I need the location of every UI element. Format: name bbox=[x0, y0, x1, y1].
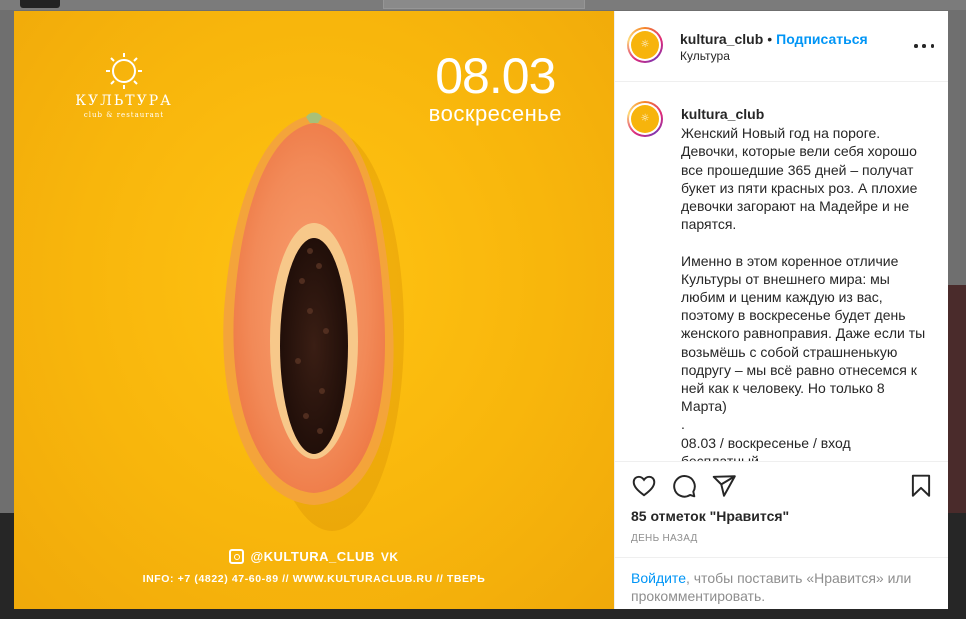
share-icon[interactable] bbox=[711, 473, 737, 499]
location-link[interactable]: Культура bbox=[680, 49, 730, 63]
header-username[interactable]: kultura_club bbox=[680, 31, 763, 47]
post-time[interactable]: ДЕНЬ НАЗАД bbox=[631, 533, 698, 544]
background-search bbox=[383, 0, 585, 9]
image-footer: @KULTURA_CLUB VK INFO: +7 (4822) 47-60-8… bbox=[14, 549, 614, 585]
follow-button[interactable]: Подписаться bbox=[776, 31, 868, 47]
comment-icon[interactable] bbox=[671, 473, 697, 499]
separator-dot: • bbox=[767, 31, 773, 47]
caption-username[interactable]: kultura_club bbox=[681, 105, 931, 123]
caption-avatar[interactable]: ☼ bbox=[627, 101, 663, 137]
likes-count[interactable]: 85 отметок "Нравится" bbox=[631, 508, 789, 524]
action-bar: 85 отметок "Нравится" ДЕНЬ НАЗАД Войдите… bbox=[615, 461, 948, 609]
background-logo bbox=[20, 0, 60, 8]
post-sidebar: ☼ kultura_club • Подписаться Культура ☼ … bbox=[614, 11, 948, 609]
instagram-handle: @KULTURA_CLUB bbox=[250, 549, 375, 564]
post-image[interactable]: КУЛЬТУРА club & restaurant 08.03 воскрес… bbox=[14, 11, 614, 609]
post-header: ☼ kultura_club • Подписаться Культура bbox=[615, 11, 948, 82]
event-date: 08.03 bbox=[435, 48, 556, 104]
header-row: kultura_club • Подписаться bbox=[680, 31, 868, 47]
caption-text: Женский Новый год на пороге. Девочки, ко… bbox=[681, 125, 926, 461]
social-handles: @KULTURA_CLUB VK bbox=[14, 549, 614, 564]
contact-info: INFO: +7 (4822) 47-60-89 // WWW.KULTURAC… bbox=[142, 573, 486, 585]
brand-name: КУЛЬТУРА bbox=[75, 93, 173, 109]
brand-logo: КУЛЬТУРА club & restaurant bbox=[54, 51, 194, 119]
vk-icon: VK bbox=[380, 549, 399, 564]
background-thumbnail bbox=[948, 285, 966, 515]
event-date-block: 08.03 воскресенье bbox=[429, 49, 562, 125]
login-prompt-area: Войдите, чтобы поставить «Нравится» или … bbox=[615, 557, 948, 610]
login-link[interactable]: Войдите bbox=[631, 570, 686, 586]
background-topbar bbox=[0, 0, 966, 10]
more-icon[interactable] bbox=[914, 39, 934, 53]
caption: kultura_club Женский Новый год на пороге.… bbox=[681, 105, 931, 461]
brand-subtitle: club & restaurant bbox=[83, 111, 165, 119]
login-prompt: Войдите, чтобы поставить «Нравится» или … bbox=[631, 569, 931, 605]
papaya-seeds bbox=[280, 238, 348, 454]
post-modal: КУЛЬТУРА club & restaurant 08.03 воскрес… bbox=[14, 11, 948, 609]
comments-area[interactable]: ☼ kultura_club Женский Новый год на порог… bbox=[615, 82, 948, 461]
heart-icon[interactable] bbox=[631, 473, 657, 499]
avatar[interactable]: ☼ bbox=[627, 27, 663, 63]
instagram-icon bbox=[229, 549, 245, 564]
bookmark-icon[interactable] bbox=[908, 473, 934, 499]
event-weekday: воскресенье bbox=[428, 101, 562, 126]
